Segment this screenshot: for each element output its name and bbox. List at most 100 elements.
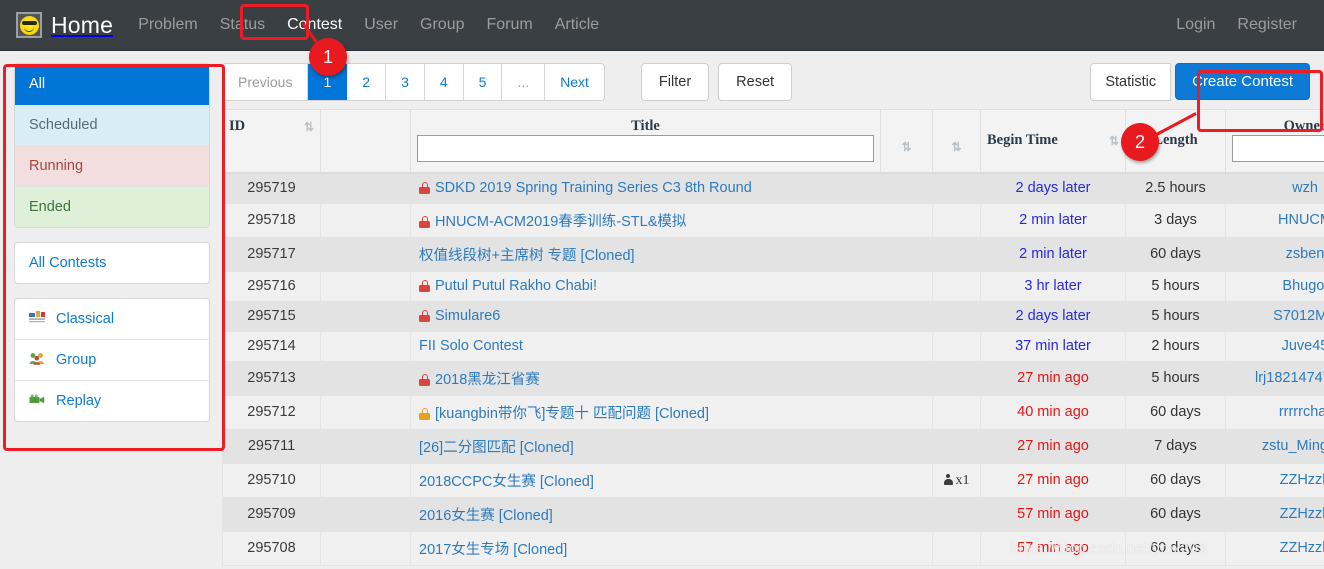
pagination-next[interactable]: Next <box>545 64 604 100</box>
begin-time-link[interactable]: 40 min ago <box>1017 404 1089 420</box>
nav-link-contest[interactable]: Contest <box>276 10 353 40</box>
contest-title-link[interactable]: 权值线段树+主席树 专题 [Cloned] <box>419 248 635 264</box>
nav-link-status[interactable]: Status <box>209 10 276 40</box>
pagination-page-4[interactable]: 4 <box>424 64 464 100</box>
th-sort-title[interactable]: ⇅ <box>880 109 933 174</box>
begin-time-link[interactable]: 3 hr later <box>1024 278 1081 294</box>
begin-time-link[interactable]: 27 min ago <box>1017 438 1089 454</box>
cell-title: [26]二分图匹配 [Cloned] <box>410 428 933 464</box>
sidebar-item-scheduled[interactable]: Scheduled <box>15 105 209 146</box>
nav-link-article[interactable]: Article <box>544 10 610 40</box>
cell-participants <box>932 360 981 396</box>
owner-link[interactable]: ZZHzzh <box>1280 540 1324 556</box>
sort-icon-id[interactable]: ⇅ <box>304 120 314 135</box>
cell-spacer <box>320 270 411 302</box>
title-filter-input[interactable] <box>417 135 874 162</box>
nav-link-problem[interactable]: Problem <box>127 10 209 40</box>
cell-spacer <box>320 360 411 396</box>
contest-title-link[interactable]: SDKD 2019 Spring Training Series C3 8th … <box>435 180 752 196</box>
cell-title: 权值线段树+主席树 专题 [Cloned] <box>410 236 933 272</box>
contest-title-link[interactable]: HNUCM-ACM2019春季训练-STL&模拟 <box>435 214 686 230</box>
statistic-button[interactable]: Statistic <box>1090 63 1172 101</box>
owner-link[interactable]: Juve45 <box>1282 338 1324 354</box>
cell-length: 5 hours <box>1125 300 1226 332</box>
cell-id: 295718 <box>222 202 321 238</box>
begin-time-link[interactable]: 27 min ago <box>1017 472 1089 488</box>
owner-link[interactable]: ZZHzzh <box>1280 506 1324 522</box>
register-link[interactable]: Register <box>1226 10 1308 40</box>
contest-title-link[interactable]: 2018CCPC女生赛 [Cloned] <box>419 474 594 490</box>
sidebar-item-all[interactable]: All <box>15 64 209 105</box>
sort-icon-begin-time[interactable]: ⇅ <box>1109 134 1119 149</box>
table-row: 295712 [kuangbin带你飞]专题十 匹配问题 [Cloned] 40 m… <box>222 394 1324 430</box>
nav-link-forum[interactable]: Forum <box>475 10 543 40</box>
cell-id: 295710 <box>222 462 321 498</box>
cell-id: 295711 <box>222 428 321 464</box>
th-sort-participants[interactable]: ⇅ <box>932 109 981 174</box>
begin-time-link[interactable]: 27 min ago <box>1017 370 1089 386</box>
contest-title-link[interactable]: FII Solo Contest <box>419 338 523 354</box>
sort-icon-title[interactable]: ⇅ <box>901 140 911 155</box>
owner-link[interactable]: lrj18214747127 <box>1255 370 1324 386</box>
lock-icon <box>419 215 430 228</box>
filter-button[interactable]: Filter <box>640 63 710 101</box>
pagination-previous[interactable]: Previous <box>223 64 309 100</box>
begin-time-link[interactable]: 2 min later <box>1019 212 1087 228</box>
contest-title-link[interactable]: [26]二分图匹配 [Cloned] <box>419 440 574 456</box>
owner-link[interactable]: rrrrrchar <box>1279 404 1324 420</box>
pagination-page-3[interactable]: 3 <box>386 64 425 100</box>
participant-count: x1 <box>955 472 970 488</box>
owner-link[interactable]: HNUCM <box>1278 212 1324 228</box>
begin-time-link[interactable]: 2 days later <box>1016 180 1091 196</box>
sidebar-type-group: Classical Group Replay <box>14 298 210 422</box>
th-owner: Owner <box>1225 109 1324 174</box>
cell-id: 295712 <box>222 394 321 430</box>
create-contest-button[interactable]: Create Contest <box>1175 63 1310 100</box>
cell-begin-time: 2 min later <box>980 202 1126 238</box>
owner-link[interactable]: ZZHzzh <box>1280 472 1324 488</box>
contest-title-link[interactable]: 2016女生赛 [Cloned] <box>419 508 553 524</box>
cell-title: 2017女生专场 [Cloned] <box>410 530 933 566</box>
owner-link[interactable]: zstu_MingSD <box>1262 438 1324 454</box>
sidebar-item-replay[interactable]: Replay <box>15 381 209 421</box>
sidebar-all-group: All Contests <box>14 242 210 284</box>
home-brand-link[interactable]: Home <box>16 12 113 39</box>
contest-title-link[interactable]: 2018黑龙江省赛 <box>435 372 540 388</box>
person-icon <box>943 473 953 485</box>
th-id[interactable]: ID ⇅ <box>222 109 321 174</box>
owner-link[interactable]: S7012MY <box>1273 308 1324 324</box>
contest-title-link[interactable]: [kuangbin带你飞]专题十 匹配问题 [Cloned] <box>435 406 709 422</box>
begin-time-link[interactable]: 57 min ago <box>1017 506 1089 522</box>
contest-title-link[interactable]: Simulare6 <box>435 308 500 324</box>
cell-spacer <box>320 236 411 272</box>
cell-spacer <box>320 300 411 332</box>
pagination-page-5[interactable]: 5 <box>463 64 503 100</box>
owner-link[interactable]: wzh <box>1292 180 1318 196</box>
cell-begin-time: 27 min ago <box>980 462 1126 498</box>
owner-link[interactable]: zsben <box>1286 246 1324 262</box>
cell-length: 60 days <box>1125 462 1226 498</box>
begin-time-link[interactable]: 2 min later <box>1019 246 1087 262</box>
replay-icon <box>29 393 45 406</box>
sidebar-item-ended[interactable]: Ended <box>15 187 209 227</box>
sidebar-item-all-contests[interactable]: All Contests <box>15 243 209 283</box>
pagination-page-2[interactable]: 2 <box>347 64 387 100</box>
contest-title-link[interactable]: Putul Putul Rakho Chabi! <box>435 278 597 294</box>
th-begin-time[interactable]: Begin Time ⇅ <box>980 109 1126 174</box>
nav-link-user[interactable]: User <box>353 10 409 40</box>
sidebar-item-group-label: Group <box>56 352 97 368</box>
begin-time-link[interactable]: 2 days later <box>1016 308 1091 324</box>
sidebar-item-classical[interactable]: Classical <box>15 299 209 340</box>
sort-icon-participants[interactable]: ⇅ <box>951 140 961 155</box>
sidebar-item-running[interactable]: Running <box>15 146 209 187</box>
contest-title-link[interactable]: 2017女生专场 [Cloned] <box>419 542 567 558</box>
begin-time-link[interactable]: 37 min later <box>1015 338 1091 354</box>
owner-filter-input[interactable] <box>1232 135 1324 162</box>
nav-link-group[interactable]: Group <box>409 10 475 40</box>
sidebar-item-group[interactable]: Group <box>15 340 209 381</box>
login-link[interactable]: Login <box>1165 10 1226 40</box>
begin-time-link[interactable]: 57 min ago <box>1017 540 1089 556</box>
reset-button[interactable]: Reset <box>718 63 793 101</box>
owner-link[interactable]: Bhugol <box>1282 278 1324 294</box>
cell-participants <box>932 530 981 566</box>
